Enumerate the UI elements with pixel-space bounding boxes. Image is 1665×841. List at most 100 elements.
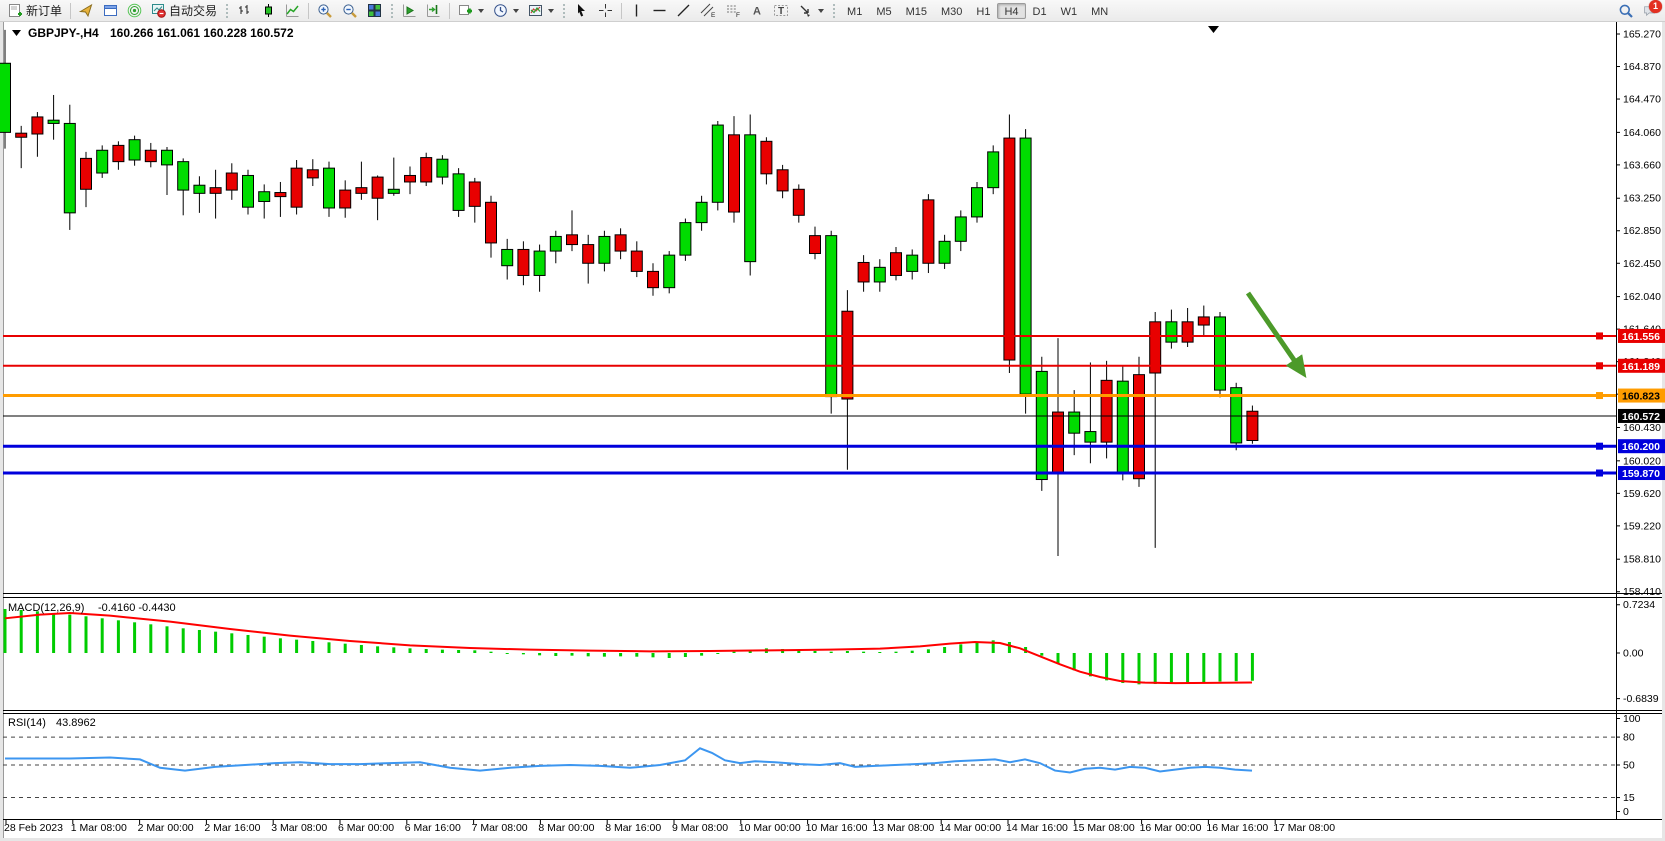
timeframe-M15[interactable]: M15 xyxy=(899,3,934,19)
macd-bar xyxy=(1235,653,1238,681)
candle xyxy=(1004,138,1015,360)
toolbar-grip[interactable] xyxy=(832,3,836,19)
candle xyxy=(372,177,383,198)
timeframe-H1[interactable]: H1 xyxy=(969,3,997,19)
time-label: 28 Feb 2023 xyxy=(4,822,63,834)
macd-bar xyxy=(700,653,703,656)
trendline-tool-button[interactable] xyxy=(672,1,695,21)
price-label-text: 160.572 xyxy=(1622,411,1660,423)
hline-handle[interactable] xyxy=(1596,392,1603,399)
macd-bar xyxy=(360,645,363,653)
candle xyxy=(502,249,513,265)
candle xyxy=(810,236,821,254)
candlestick-button[interactable] xyxy=(257,1,280,21)
timeframe-M5[interactable]: M5 xyxy=(869,3,898,19)
time-label: 13 Mar 08:00 xyxy=(872,822,934,834)
new-order-button[interactable]: 新订单 xyxy=(4,1,66,21)
text-label-tool-button[interactable]: T xyxy=(769,1,793,21)
macd-bar xyxy=(943,647,946,653)
arrow-objects-icon xyxy=(798,3,813,18)
time-label: 17 Mar 08:00 xyxy=(1273,822,1335,834)
tile-windows-button[interactable] xyxy=(363,1,386,21)
timeframe-M1[interactable]: M1 xyxy=(840,3,869,19)
candle xyxy=(48,120,59,123)
line-chart-button[interactable] xyxy=(281,1,304,21)
terminal-button[interactable] xyxy=(123,1,146,21)
macd-bar xyxy=(198,630,201,653)
candle xyxy=(129,140,140,160)
fibonacci-tool-button[interactable]: F xyxy=(721,1,745,21)
time-label: 1 Mar 08:00 xyxy=(71,822,127,834)
candle xyxy=(550,236,561,251)
timeframes-menu-button[interactable] xyxy=(489,1,523,21)
market-watch-button[interactable] xyxy=(75,1,98,21)
candle xyxy=(745,135,756,262)
toolbar-grip[interactable] xyxy=(225,3,229,19)
text-icon: A xyxy=(750,3,764,18)
hline-handle[interactable] xyxy=(1596,362,1603,369)
candle xyxy=(891,253,902,276)
crosshair-tool-button[interactable] xyxy=(594,1,617,21)
candle xyxy=(615,235,626,251)
timeframe-W1[interactable]: W1 xyxy=(1054,3,1085,19)
price-label-text: 161.189 xyxy=(1622,361,1660,373)
macd-bar xyxy=(652,653,655,657)
macd-bar xyxy=(133,622,136,653)
candle xyxy=(1198,317,1209,325)
zoom-in-button[interactable] xyxy=(313,1,337,21)
toolbar-grip[interactable] xyxy=(562,3,566,19)
candle xyxy=(1166,322,1177,342)
timeframe-D1[interactable]: D1 xyxy=(1026,3,1054,19)
macd-bar xyxy=(101,618,104,653)
chat-button[interactable]: 1 xyxy=(1639,1,1661,21)
candle xyxy=(534,251,545,275)
toolbar-grip[interactable] xyxy=(390,3,394,19)
candle xyxy=(113,145,124,161)
arrows-tool-button[interactable] xyxy=(794,1,828,21)
auto-scroll-icon xyxy=(402,3,417,18)
candle xyxy=(858,262,869,282)
vline-tool-button[interactable] xyxy=(626,1,647,21)
timeframe-H4[interactable]: H4 xyxy=(997,3,1025,19)
macd-bar xyxy=(166,626,169,653)
price-tick-label: 162.040 xyxy=(1623,291,1661,303)
new-order-label: 新订单 xyxy=(26,2,62,19)
autotrading-button[interactable]: 自动交易 xyxy=(147,1,221,21)
text-label-icon: T xyxy=(773,3,789,18)
macd-bar xyxy=(716,653,719,654)
macd-bar xyxy=(619,653,622,656)
bar-chart-button[interactable] xyxy=(233,1,256,21)
candle xyxy=(64,123,75,212)
time-label: 16 Mar 16:00 xyxy=(1206,822,1268,834)
zoom-in-icon xyxy=(317,3,333,19)
macd-bar xyxy=(635,653,638,657)
auto-scroll-button[interactable] xyxy=(398,1,421,21)
macd-bar xyxy=(52,613,55,653)
channel-tool-button[interactable]: E xyxy=(696,1,720,21)
text-tool-button[interactable]: A xyxy=(746,1,768,21)
hline-tool-button[interactable] xyxy=(648,1,671,21)
cursor-icon xyxy=(574,3,589,18)
macd-bar xyxy=(1219,653,1222,682)
navigator-button[interactable] xyxy=(99,1,122,21)
cursor-tool-button[interactable] xyxy=(570,1,593,21)
candle xyxy=(1069,412,1080,433)
hline-handle[interactable] xyxy=(1596,443,1603,450)
indicators-button[interactable] xyxy=(454,1,488,21)
chart-shift-button[interactable] xyxy=(422,1,445,21)
price-tick-label: 164.060 xyxy=(1623,127,1661,139)
timeframe-M30[interactable]: M30 xyxy=(934,3,969,19)
hline-handle[interactable] xyxy=(1596,332,1603,339)
timeframe-MN[interactable]: MN xyxy=(1084,3,1115,19)
crosshair-icon xyxy=(598,3,613,18)
candle xyxy=(16,133,27,137)
hline-handle[interactable] xyxy=(1596,470,1603,477)
candle xyxy=(0,63,11,132)
search-button[interactable] xyxy=(1614,1,1638,21)
templates-button[interactable] xyxy=(524,1,558,21)
price-tick-label: 162.450 xyxy=(1623,258,1661,270)
zoom-out-button[interactable] xyxy=(338,1,362,21)
time-label: 8 Mar 00:00 xyxy=(538,822,594,834)
zoom-out-icon xyxy=(342,3,358,19)
candle xyxy=(583,245,594,264)
